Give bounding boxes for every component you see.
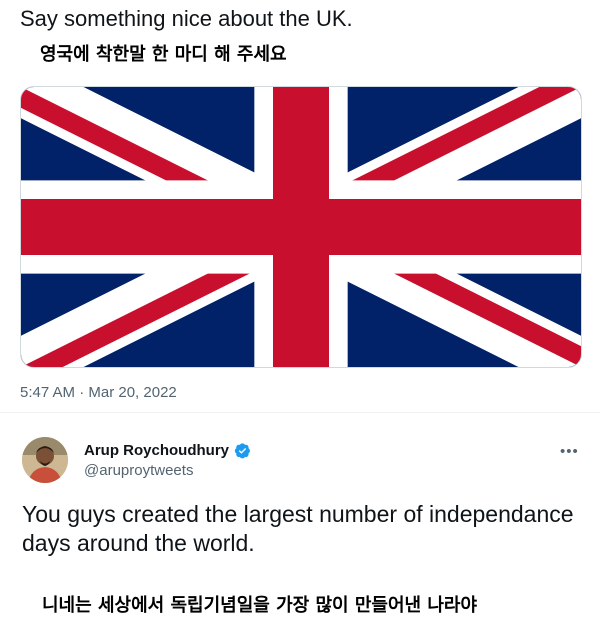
profile-photo-icon <box>22 437 68 483</box>
more-options-icon[interactable]: ••• <box>560 443 579 460</box>
reply-author-handle[interactable]: @aruproytweets <box>84 462 193 479</box>
avatar[interactable] <box>22 437 68 483</box>
reply-korean-caption: 니네는 세상에서 독립기념일을 가장 많이 만들어낸 나라야 <box>42 595 478 616</box>
verified-badge-icon <box>234 443 250 459</box>
reply-author-name[interactable]: Arup Roychoudhury <box>84 442 251 459</box>
tweet-image-union-jack[interactable] <box>20 86 582 368</box>
union-jack-flag-icon <box>21 87 581 367</box>
author-name-text: Arup Roychoudhury <box>84 442 229 459</box>
tweet-text: Say something nice about the UK. <box>20 6 353 31</box>
tweet-timestamp[interactable]: 5:47 AM · Mar 20, 2022 <box>20 384 177 401</box>
tweet-korean-caption: 영국에 착한말 한 마디 해 주세요 <box>40 44 287 65</box>
reply-text: You guys created the largest number of i… <box>22 501 574 556</box>
divider <box>0 412 600 413</box>
